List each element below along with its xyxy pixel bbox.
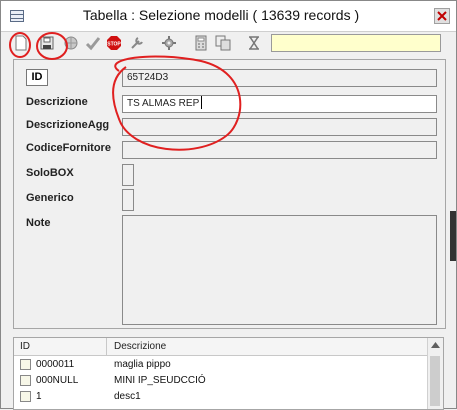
- gear-icon[interactable]: [161, 35, 177, 51]
- row-id: 1: [36, 391, 42, 402]
- hourglass-icon[interactable]: [246, 35, 262, 51]
- descrizioneagg-label: DescrizioneAgg: [26, 119, 110, 131]
- side-scroll-indicator: [448, 211, 457, 261]
- codicefornitore-label: CodiceFornitore: [26, 142, 111, 154]
- records-grid: ID Descrizione 0000011 maglia pippo 000N…: [13, 337, 444, 410]
- note-textarea[interactable]: [122, 215, 437, 325]
- globe-icon[interactable]: [63, 35, 79, 51]
- column-id[interactable]: ID: [20, 341, 30, 352]
- new-document-icon[interactable]: [13, 35, 29, 51]
- solobox-label: SoloBOX: [26, 167, 74, 179]
- table-row[interactable]: 0000011 maglia pippo: [14, 357, 429, 373]
- codicefornitore-field[interactable]: [122, 141, 437, 159]
- row-checkbox[interactable]: [20, 359, 31, 370]
- title-bar: Tabella : Selezione modelli ( 13639 reco…: [1, 1, 456, 32]
- table-row[interactable]: 1 desc1: [14, 389, 429, 405]
- selection-window: Tabella : Selezione modelli ( 13639 reco…: [0, 0, 457, 410]
- descrizioneagg-field[interactable]: [122, 118, 437, 136]
- toolbar: STOP: [1, 32, 456, 56]
- svg-text:STOP: STOP: [107, 42, 121, 48]
- generico-label: Generico: [26, 192, 74, 204]
- tools-icon[interactable]: [129, 35, 145, 51]
- save-icon[interactable]: [39, 35, 55, 51]
- row-descrizione: maglia pippo: [114, 359, 171, 370]
- scroll-thumb[interactable]: [430, 356, 440, 406]
- record-form: ID 65T24D3 Descrizione TS ALMAS REP Desc…: [13, 59, 446, 329]
- row-id: 0000011: [36, 359, 75, 370]
- table-row[interactable]: 000NULL MINI IP_SEUDCCIÓ: [14, 373, 429, 389]
- id-button[interactable]: ID: [26, 69, 48, 86]
- row-id: 000NULL: [36, 375, 79, 386]
- search-input[interactable]: [271, 34, 441, 52]
- grid-scrollbar[interactable]: [427, 338, 443, 409]
- calculator-icon[interactable]: [193, 35, 209, 51]
- generico-field[interactable]: [122, 189, 134, 211]
- copy-icon[interactable]: [215, 35, 231, 51]
- solobox-field[interactable]: [122, 164, 134, 186]
- row-checkbox[interactable]: [20, 375, 31, 386]
- column-descrizione[interactable]: Descrizione: [114, 341, 166, 352]
- close-icon: [437, 11, 447, 21]
- row-descrizione: MINI IP_SEUDCCIÓ: [114, 375, 206, 386]
- grid-header: ID Descrizione: [14, 338, 429, 356]
- check-icon[interactable]: [85, 35, 101, 51]
- scroll-up-icon[interactable]: [431, 342, 440, 348]
- row-descrizione: desc1: [114, 391, 141, 402]
- descrizione-label: Descrizione: [26, 96, 88, 108]
- stop-icon[interactable]: STOP: [106, 35, 122, 51]
- close-button[interactable]: [434, 8, 450, 24]
- id-field[interactable]: 65T24D3: [122, 69, 437, 87]
- column-divider[interactable]: [106, 338, 107, 355]
- row-checkbox[interactable]: [20, 391, 31, 402]
- text-cursor: [201, 96, 202, 109]
- window-title: Tabella : Selezione modelli ( 13639 reco…: [82, 7, 360, 23]
- note-label: Note: [26, 217, 51, 229]
- descrizione-field[interactable]: TS ALMAS REP: [122, 95, 437, 113]
